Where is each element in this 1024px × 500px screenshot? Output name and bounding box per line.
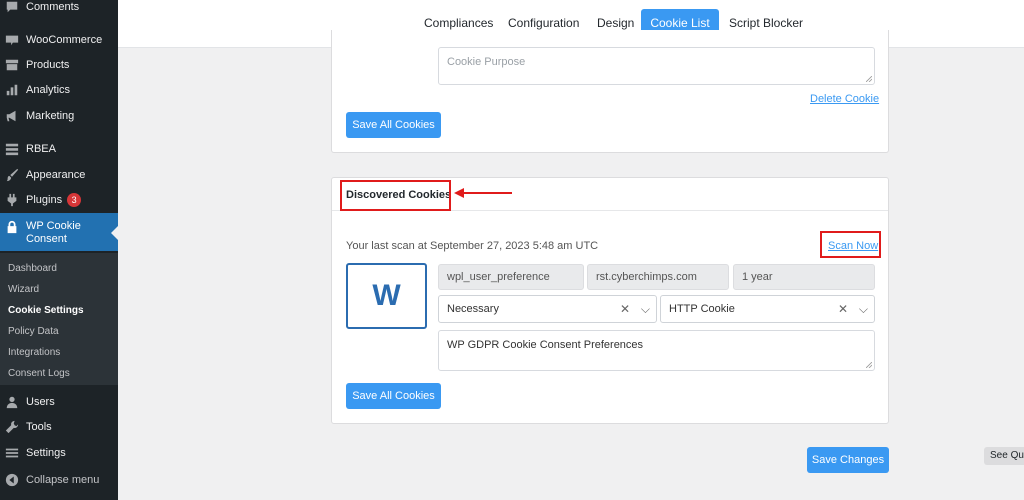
sidebar-item-label: Comments: [26, 1, 80, 13]
wrench-icon: [5, 420, 19, 434]
sidebar-item-users[interactable]: Users: [0, 394, 118, 410]
chevron-down-icon[interactable]: ⌵: [859, 296, 868, 322]
grid-icon: [5, 142, 19, 156]
bar-chart-icon: [5, 83, 19, 97]
cookie-category-value: Necessary: [447, 303, 499, 315]
sidebar-item-appearance[interactable]: Appearance: [0, 167, 118, 183]
sidebar-item-rbea[interactable]: RBEA: [0, 141, 118, 157]
annotation-box-title: [340, 180, 451, 211]
cookie-description-value: WP GDPR Cookie Consent Preferences: [447, 339, 644, 351]
save-all-cookies-button[interactable]: Save All Cookies: [346, 383, 441, 409]
sidebar-item-label: Products: [26, 59, 70, 71]
submenu-integrations[interactable]: Integrations: [8, 347, 60, 358]
sidebar-item-settings[interactable]: Settings: [0, 445, 118, 461]
wordpress-logo-icon: W: [346, 263, 427, 329]
sidebar-item-plugins[interactable]: Plugins 3: [0, 192, 118, 208]
collapse-icon: [5, 473, 19, 487]
discovered-cookies-card: Discovered Cookies Your last scan at Sep…: [331, 177, 889, 424]
cookie-name-field[interactable]: wpl_user_preference: [438, 264, 584, 290]
sidebar-item-marketing[interactable]: Marketing: [0, 108, 118, 124]
sidebar-item-label: Analytics: [26, 84, 71, 96]
cookie-category-select[interactable]: Necessary ✕ ⌵: [438, 295, 657, 323]
resize-grip-icon[interactable]: [866, 76, 872, 82]
sidebar-item-label: Users: [26, 396, 55, 408]
user-icon: [5, 395, 19, 409]
sidebar-item-products[interactable]: Products: [0, 57, 118, 73]
sidebar-collapse-menu[interactable]: Collapse menu: [0, 472, 118, 488]
submenu-cookie-settings[interactable]: Cookie Settings: [8, 305, 84, 316]
delete-cookie-link[interactable]: Delete Cookie: [810, 93, 879, 105]
sidebar-item-tools[interactable]: Tools: [0, 419, 118, 435]
clear-icon[interactable]: ✕: [620, 296, 630, 322]
sidebar-item-label: Collapse menu: [26, 474, 100, 486]
sidebar-item-label: Plugins: [26, 194, 63, 206]
sidebar-item-label: WooCommerce: [26, 34, 103, 46]
sidebar-item-woocommerce[interactable]: WooCommerce: [0, 32, 118, 48]
cookie-purpose-textarea[interactable]: Cookie Purpose: [438, 47, 875, 85]
clear-icon[interactable]: ✕: [838, 296, 848, 322]
brush-icon: [5, 168, 19, 182]
cookie-purpose-placeholder: Cookie Purpose: [447, 56, 526, 68]
cookie-domain-field[interactable]: rst.cyberchimps.com: [587, 264, 729, 290]
sidebar-item-comments[interactable]: Comments: [0, 0, 118, 14]
annotation-arrow-icon: [454, 188, 512, 198]
last-scan-text: Your last scan at September 27, 2023 5:4…: [346, 240, 599, 252]
sidebar-item-label: WP Cookie Consent: [26, 220, 81, 245]
chevron-down-icon[interactable]: ⌵: [641, 296, 650, 322]
see-quick-links-tab[interactable]: See Qui: [984, 447, 1024, 465]
active-indicator: [111, 226, 118, 240]
cookie-consent-submenu: Dashboard Wizard Cookie Settings Policy …: [0, 253, 118, 385]
cookie-card-previous: Cookie Purpose Delete Cookie Save All Co…: [331, 30, 889, 153]
resize-grip-icon[interactable]: [866, 362, 872, 368]
admin-sidebar: Comments WooCommerce Products Analytics …: [0, 0, 118, 500]
update-count-badge: 3: [67, 193, 82, 207]
cookie-duration-field[interactable]: 1 year: [733, 264, 875, 290]
cookie-type-value: HTTP Cookie: [669, 303, 735, 315]
megaphone-icon: [5, 109, 19, 123]
logo-letter: W: [372, 279, 401, 312]
sidebar-item-label: Tools: [26, 421, 52, 433]
save-changes-button[interactable]: Save Changes: [807, 447, 889, 473]
cookie-type-select[interactable]: HTTP Cookie ✕ ⌵: [660, 295, 875, 323]
lock-icon: [5, 220, 19, 234]
sidebar-item-label: Appearance: [26, 169, 86, 181]
woocommerce-icon: [5, 33, 19, 47]
sidebar-item-label: RBEA: [26, 143, 56, 155]
archive-icon: [5, 58, 19, 72]
submenu-consent-logs[interactable]: Consent Logs: [8, 368, 70, 379]
submenu-dashboard[interactable]: Dashboard: [8, 263, 57, 274]
sidebar-item-label: Marketing: [26, 110, 75, 122]
plugin-icon: [5, 193, 19, 207]
submenu-wizard[interactable]: Wizard: [8, 284, 39, 295]
sidebar-item-wp-cookie-consent[interactable]: WP Cookie Consent: [0, 213, 118, 251]
settings-icon: [5, 446, 19, 460]
sidebar-item-label: Settings: [26, 447, 66, 459]
cookie-description-textarea[interactable]: WP GDPR Cookie Consent Preferences: [438, 330, 875, 371]
submenu-policy-data[interactable]: Policy Data: [8, 326, 59, 337]
sidebar-item-analytics[interactable]: Analytics: [0, 82, 118, 98]
save-all-cookies-button-top[interactable]: Save All Cookies: [346, 112, 441, 138]
comment-icon: [5, 0, 19, 14]
annotation-box-scan-now: [820, 231, 881, 258]
